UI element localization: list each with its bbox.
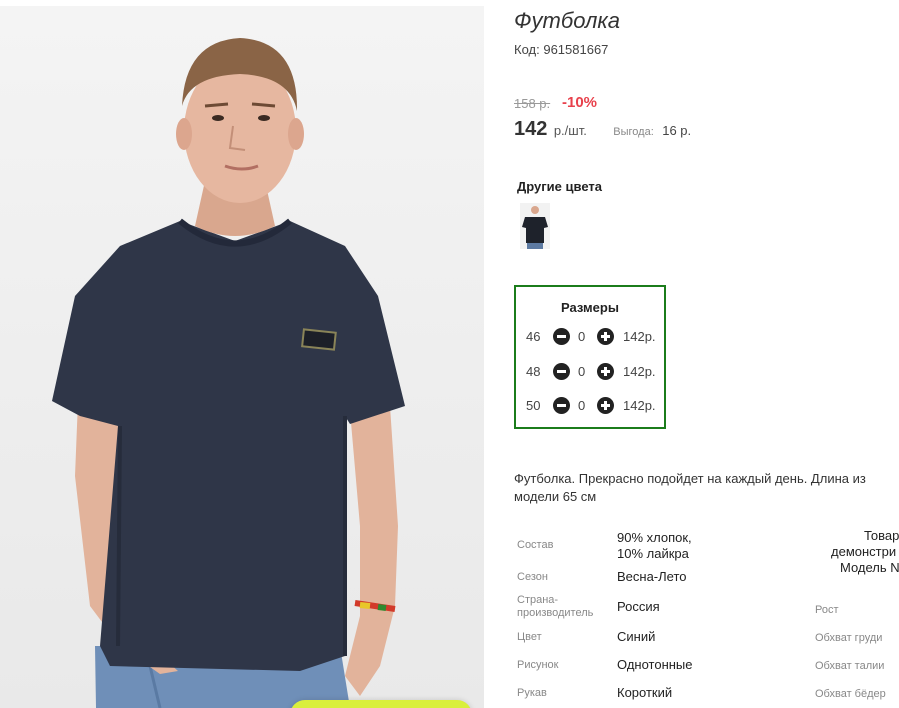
model-info-line: демонстри	[831, 544, 897, 559]
size-value: 50	[526, 398, 541, 413]
spec-label-season: Сезон	[517, 571, 548, 583]
color-variant-thumbnail[interactable]	[520, 203, 550, 249]
product-title: Футболка	[514, 8, 620, 33]
product-info: Футболка Код: 961581667 158 р. -10% 142 …	[514, 0, 899, 708]
sizes-heading: Размеры	[561, 300, 619, 315]
discount-badge: -10%	[562, 94, 598, 111]
spec-label-country: Страна- производитель	[517, 594, 593, 620]
benefit-value: 16 р.	[662, 123, 692, 138]
other-colors-heading: Другие цвета	[517, 179, 602, 194]
minus-icon[interactable]	[553, 363, 570, 380]
quantity-value: 0	[578, 364, 586, 379]
model-label-height: Рост	[815, 604, 839, 616]
price-unit: р./шт.	[553, 123, 587, 138]
spec-value-color: Синий	[617, 629, 656, 644]
size-price: 142р.	[623, 329, 656, 344]
size-row: 46 0 142р.	[516, 327, 664, 347]
model-label-chest: Обхват груди	[815, 632, 883, 644]
minus-icon[interactable]	[553, 397, 570, 414]
spec-label-composition: Состав	[517, 539, 554, 551]
benefit-label: Выгода:	[613, 126, 654, 138]
quantity-value: 0	[578, 329, 586, 344]
size-price: 142р.	[623, 398, 656, 413]
price-value: 142	[514, 118, 548, 140]
spec-value-pattern: Однотонные	[617, 657, 693, 672]
code-value: 961581667	[543, 42, 609, 57]
model-label-hips: Обхват бёдер	[815, 688, 886, 700]
size-row: 50 0 142р.	[516, 396, 664, 416]
spec-value-sleeve: Короткий	[617, 685, 673, 700]
quantity-value: 0	[578, 398, 586, 413]
model-info-line: Модель N	[840, 560, 899, 575]
spec-value-country: Россия	[617, 599, 660, 614]
plus-icon[interactable]	[597, 328, 614, 345]
size-price: 142р.	[623, 364, 656, 379]
plus-icon[interactable]	[597, 363, 614, 380]
spec-value-line: 10% лайкра	[617, 546, 689, 561]
code-label: Код:	[514, 42, 540, 57]
description-line: модели 65 см	[514, 489, 597, 504]
price-row: 142 р./шт. Выгода: 16 р.	[514, 118, 691, 141]
model-info-line: Товар	[864, 528, 899, 543]
spec-label-pattern: Рисунок	[517, 659, 559, 671]
plus-icon[interactable]	[597, 397, 614, 414]
minus-icon[interactable]	[553, 328, 570, 345]
product-photo[interactable]	[0, 6, 484, 708]
spec-label-sleeve: Рукав	[517, 687, 547, 699]
size-value: 48	[526, 364, 541, 379]
spec-label-color: Цвет	[517, 631, 542, 643]
spec-value-season: Весна-Лето	[617, 569, 687, 584]
description-line: Футболка. Прекрасно подойдет на каждый д…	[514, 471, 866, 486]
spec-value-line: 90% хлопок,	[617, 530, 692, 545]
zoom-button[interactable]	[290, 700, 472, 708]
sizes-box: Размеры 46 0 142р. 48 0 142р. 50 0 142р.	[514, 285, 666, 429]
size-value: 46	[526, 329, 541, 344]
old-price: 158 р.	[514, 96, 551, 111]
model-in-tshirt-image	[52, 38, 405, 708]
model-label-waist: Обхват талии	[815, 660, 885, 672]
spec-value-composition: 90% хлопок, 10% лайкра	[617, 530, 692, 562]
product-description: Футболка. Прекрасно подойдет на каждый д…	[514, 470, 899, 506]
size-row: 48 0 142р.	[516, 362, 664, 382]
spec-label-line: производитель	[517, 607, 594, 619]
product-code: Код: 961581667	[514, 42, 608, 57]
spec-label-line: Страна-	[517, 594, 559, 606]
